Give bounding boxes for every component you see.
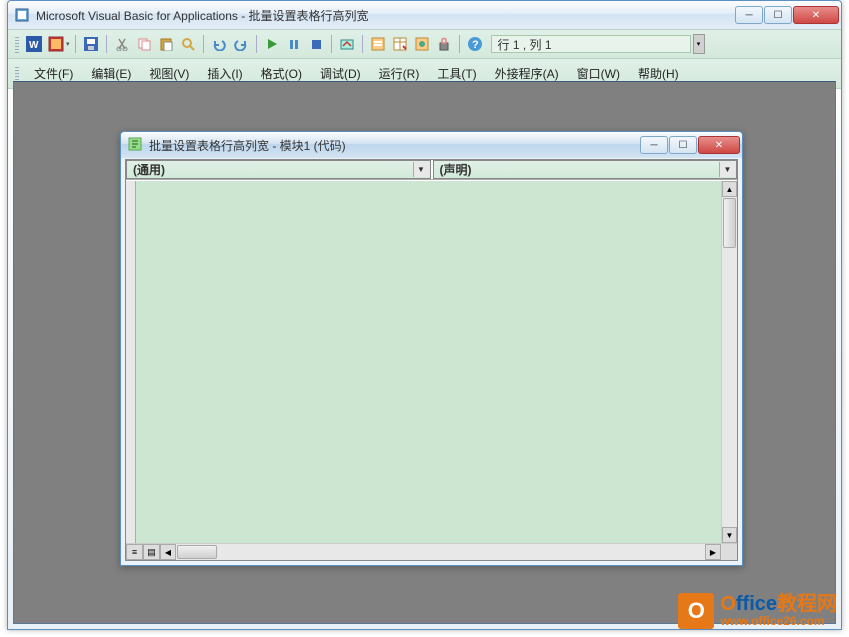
code-window-title: 批量设置表格行高列宽 - 模块1 (代码) — [149, 137, 640, 154]
scroll-right-arrow-icon[interactable]: ▶ — [705, 544, 721, 560]
toolbar: W ▾ ? 行 1 , 列 1 — [8, 29, 841, 59]
horizontal-scrollbar[interactable]: ◀ ▶ — [160, 544, 737, 560]
app-icon — [14, 7, 30, 23]
code-close-button[interactable]: ✕ — [698, 136, 740, 154]
properties-icon[interactable] — [390, 34, 410, 54]
window-title: Microsoft Visual Basic for Applications … — [36, 7, 735, 24]
paste-icon[interactable] — [156, 34, 176, 54]
menubar-grip[interactable] — [15, 65, 19, 83]
cut-icon[interactable] — [112, 34, 132, 54]
redo-icon[interactable] — [231, 34, 251, 54]
scroll-thumb[interactable] — [723, 198, 736, 248]
dropdown-arrow-icon[interactable]: ▾ — [66, 40, 70, 48]
save-icon[interactable] — [81, 34, 101, 54]
module-icon — [127, 136, 143, 155]
code-text-area[interactable] — [136, 181, 737, 543]
project-explorer-icon[interactable] — [368, 34, 388, 54]
scroll-thumb[interactable] — [177, 545, 217, 559]
procedure-combo-value: (声明) — [440, 161, 472, 178]
code-editor[interactable] — [126, 181, 737, 543]
scroll-up-arrow-icon[interactable]: ▲ — [722, 181, 737, 197]
code-window: 批量设置表格行高列宽 - 模块1 (代码) ─ ☐ ✕ (通用) ▼ (声明) … — [120, 131, 743, 566]
chevron-down-icon[interactable]: ▼ — [719, 162, 735, 177]
scroll-left-arrow-icon[interactable]: ◀ — [160, 544, 176, 560]
position-indicator: 行 1 , 列 1 — [491, 35, 691, 53]
undo-icon[interactable] — [209, 34, 229, 54]
minimize-button[interactable]: ─ — [735, 6, 763, 24]
code-window-titlebar[interactable]: 批量设置表格行高列宽 - 模块1 (代码) ─ ☐ ✕ — [121, 132, 742, 158]
scroll-down-arrow-icon[interactable]: ▼ — [722, 527, 737, 543]
chevron-down-icon[interactable]: ▼ — [413, 162, 429, 177]
full-module-view-button[interactable]: ▤ — [143, 544, 160, 560]
help-icon[interactable]: ? — [465, 34, 485, 54]
design-mode-icon[interactable] — [337, 34, 357, 54]
object-combo-value: (通用) — [133, 161, 165, 178]
scroll-corner — [721, 544, 737, 560]
toolbox-icon[interactable] — [434, 34, 454, 54]
find-icon[interactable] — [178, 34, 198, 54]
watermark-url: www.office26.com — [720, 615, 837, 628]
maximize-button[interactable]: ☐ — [764, 6, 792, 24]
toolbar-options-dropdown[interactable]: ▾ — [693, 34, 705, 54]
svg-text:?: ? — [472, 39, 479, 51]
procedure-combo[interactable]: (声明) ▼ — [433, 160, 738, 179]
watermark-brand: Office教程网 — [720, 593, 837, 615]
copy-icon[interactable] — [134, 34, 154, 54]
switch-app-icon[interactable] — [46, 34, 66, 54]
object-combo[interactable]: (通用) ▼ — [126, 160, 431, 179]
mdi-client-area: 批量设置表格行高列宽 - 模块1 (代码) ─ ☐ ✕ (通用) ▼ (声明) … — [13, 81, 836, 624]
code-maximize-button[interactable]: ☐ — [669, 136, 697, 154]
main-window: Microsoft Visual Basic for Applications … — [7, 0, 842, 630]
object-browser-icon[interactable] — [412, 34, 432, 54]
run-icon[interactable] — [262, 34, 282, 54]
pause-icon[interactable] — [284, 34, 304, 54]
code-minimize-button[interactable]: ─ — [640, 136, 668, 154]
stop-icon[interactable] — [306, 34, 326, 54]
code-body: (通用) ▼ (声明) ▼ ▲ ▼ — [125, 159, 738, 561]
svg-text:W: W — [29, 40, 39, 51]
vertical-scrollbar[interactable]: ▲ ▼ — [721, 181, 737, 543]
margin-indicator-bar — [126, 181, 136, 543]
toolbar-grip[interactable] — [15, 35, 19, 53]
watermark-logo: O — [678, 593, 714, 629]
close-button[interactable]: ✕ — [793, 6, 839, 24]
word-icon[interactable]: W — [24, 34, 44, 54]
watermark: O Office教程网 www.office26.com — [678, 593, 837, 629]
procedure-view-button[interactable]: ≡ — [126, 544, 143, 560]
titlebar[interactable]: Microsoft Visual Basic for Applications … — [8, 1, 841, 29]
